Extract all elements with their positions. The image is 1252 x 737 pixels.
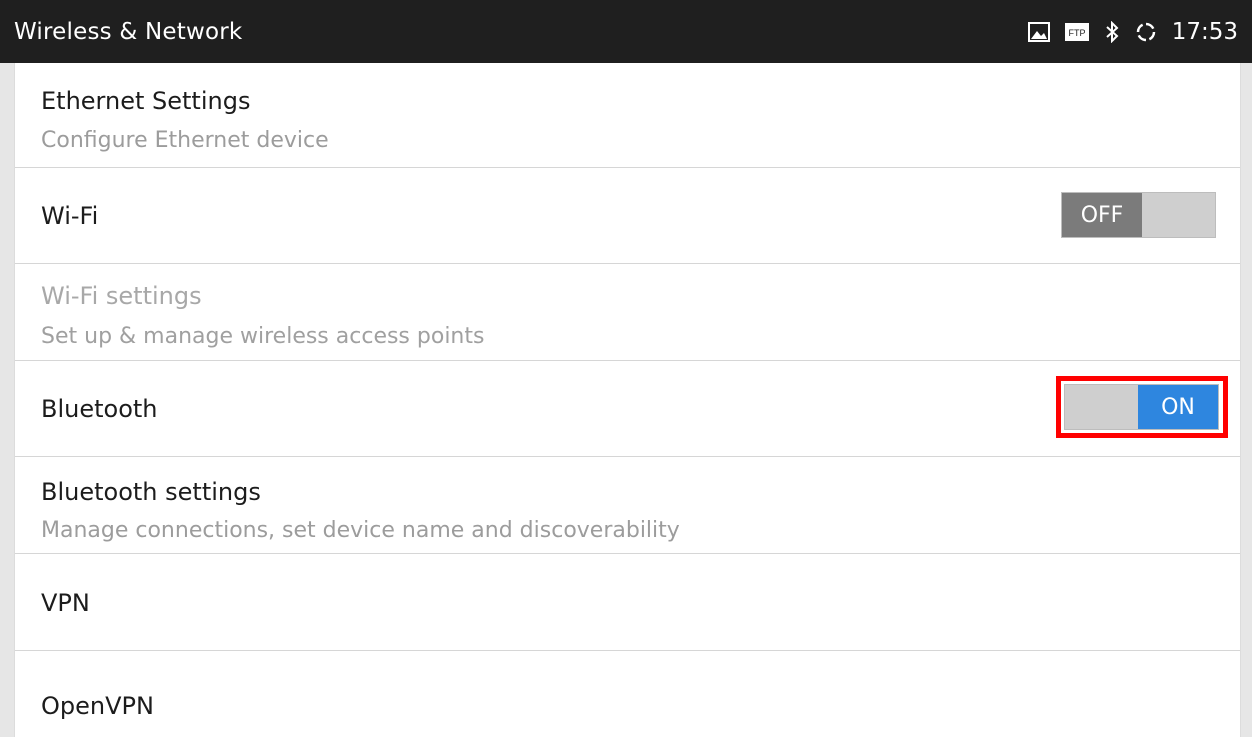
wifi-toggle[interactable]: OFF <box>1061 192 1216 238</box>
list-item-title: Ethernet Settings <box>41 87 251 115</box>
list-item-bluetooth[interactable]: Bluetooth ON <box>15 361 1240 457</box>
list-item-vpn[interactable]: VPN <box>15 554 1240 651</box>
list-item-subtitle: Manage connections, set device name and … <box>41 518 680 543</box>
list-item-openvpn[interactable]: OpenVPN <box>15 651 1240 737</box>
image-icon <box>1027 21 1050 42</box>
bluetooth-toggle[interactable]: ON <box>1064 384 1219 430</box>
list-item-title: Bluetooth settings <box>41 478 261 506</box>
ftp-icon-label: FTP <box>1068 28 1085 38</box>
list-item-title: Wi-Fi settings <box>41 282 202 310</box>
status-icons: FTP 17:53 <box>1027 18 1252 45</box>
list-item-title: Wi-Fi <box>41 202 99 230</box>
toggle-knob: OFF <box>1062 193 1142 237</box>
status-time: 17:53 <box>1171 18 1238 45</box>
list-item-wifi-settings: Wi-Fi settings Set up & manage wireless … <box>15 264 1240 361</box>
list-item-ethernet-settings[interactable]: Ethernet Settings Configure Ethernet dev… <box>15 63 1240 168</box>
bluetooth-icon <box>1104 20 1120 43</box>
list-item-subtitle: Configure Ethernet device <box>41 128 329 153</box>
list-item-title: VPN <box>41 589 90 617</box>
list-item-title: Bluetooth <box>41 395 158 423</box>
sync-icon <box>1134 20 1158 44</box>
toggle-knob: ON <box>1138 385 1218 429</box>
ftp-icon: FTP <box>1064 22 1090 42</box>
list-item-title: OpenVPN <box>41 692 154 720</box>
status-title: Wireless & Network <box>14 18 243 45</box>
status-bar: Wireless & Network FTP 17:53 <box>0 0 1252 63</box>
settings-list: Ethernet Settings Configure Ethernet dev… <box>14 63 1241 737</box>
list-item-bluetooth-settings[interactable]: Bluetooth settings Manage connections, s… <box>15 457 1240 554</box>
list-item-wifi[interactable]: Wi-Fi OFF <box>15 168 1240 264</box>
list-item-subtitle: Set up & manage wireless access points <box>41 324 485 349</box>
